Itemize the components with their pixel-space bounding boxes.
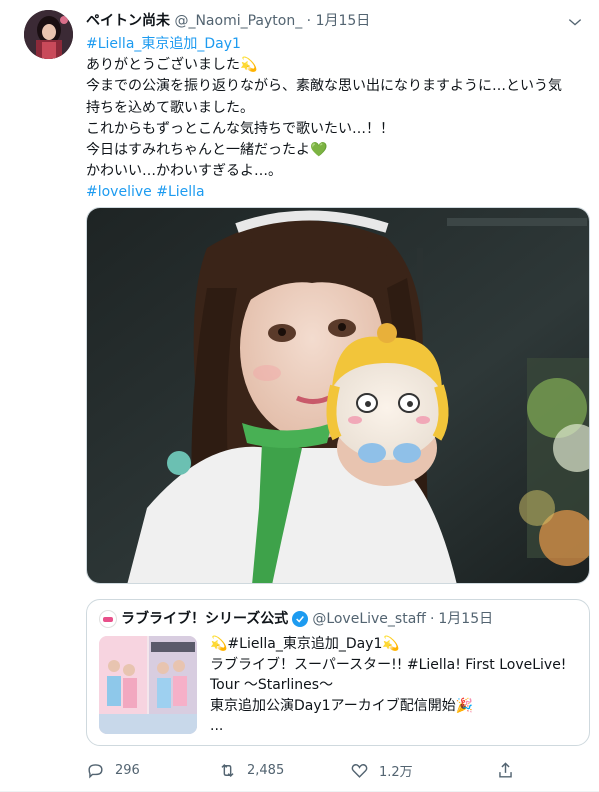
tweet-text-line: 今までの公演を振り返りながら、素敵な思い出になりますように…という気 [86, 78, 562, 95]
avatar[interactable] [24, 10, 73, 59]
quoted-display-name[interactable]: ラブライブ！シリーズ公式 [121, 609, 288, 629]
reply-icon [88, 763, 103, 779]
reply-count: 296 [115, 762, 140, 778]
reply-button[interactable]: 296 [86, 761, 218, 780]
quoted-text-line: 💫#Liella_東京追加_Day1💫 [210, 636, 400, 652]
separator: · [429, 611, 435, 627]
tweet-text-line: これからもずっとこんな気持ちで歌いたい…！！ [86, 120, 394, 137]
display-name[interactable]: ペイトン尚未 [86, 13, 170, 29]
tweet-actions: 296 2,485 1.2万 [86, 757, 516, 783]
quoted-text-line: ... [210, 718, 224, 735]
quoted-thumbnail[interactable] [99, 636, 197, 734]
separator: · [306, 13, 312, 29]
quoted-text-line: 東京追加公演Day1アーカイブ配信開始🎉 [210, 697, 474, 714]
hashtag-link[interactable]: #lovelive [86, 184, 152, 200]
quoted-text-line: ラブライブ！スーパースター!! #Liella! First LoveLive! [210, 656, 567, 673]
quoted-date[interactable]: 1月15日 [438, 609, 493, 629]
verified-badge-icon [292, 611, 309, 627]
retweet-count: 2,485 [247, 762, 285, 778]
share-icon [499, 761, 512, 778]
hashtag-link[interactable]: #Liella [156, 184, 204, 200]
tweet-text: #Liella_東京追加_Day1 ありがとうございました💫 今までの公演を振り… [86, 34, 591, 204]
quoted-tweet-text: 💫#Liella_東京追加_Day1💫 ラブライブ！スーパースター!! #Lie… [210, 634, 580, 737]
tweet-text-line: 今日はすみれちゃんと一緒だったよ💚 [86, 141, 328, 158]
tweet[interactable]: ペイトン尚未 @_Naomi_Payton_ · 1月15日 #Liella_東… [0, 0, 599, 792]
quoted-tweet[interactable]: ラブライブ！シリーズ公式 @LoveLive_staff · 1月15日 💫#L… [86, 599, 590, 746]
tweet-text-line: 持ちを込めて歌いました。 [86, 99, 254, 116]
like-button[interactable]: 1.2万 [350, 761, 482, 780]
retweet-icon [221, 763, 234, 777]
retweet-button[interactable]: 2,485 [218, 761, 350, 780]
tweet-header: ペイトン尚未 @_Naomi_Payton_ · 1月15日 [86, 11, 559, 33]
tweet-date[interactable]: 1月15日 [316, 13, 371, 29]
tweet-photo[interactable] [86, 207, 590, 584]
hashtag-link[interactable]: #Liella_東京追加_Day1 [86, 36, 241, 52]
share-button[interactable] [496, 761, 515, 780]
chevron-down-icon[interactable] [565, 12, 585, 32]
tweet-text-line: かわいい…かわいすぎるよ…。 [86, 163, 282, 180]
tweet-text-line: ありがとうございました💫 [86, 57, 258, 74]
quoted-avatar[interactable] [99, 610, 117, 628]
quoted-handle[interactable]: @LoveLive_staff [312, 609, 426, 629]
like-count: 1.2万 [379, 764, 413, 780]
quoted-tweet-header: ラブライブ！シリーズ公式 @LoveLive_staff · 1月15日 [99, 609, 493, 629]
user-handle[interactable]: @_Naomi_Payton_ [174, 13, 302, 29]
quoted-text-line: Tour ～Starlines～ [210, 677, 334, 694]
heart-icon [351, 763, 368, 778]
